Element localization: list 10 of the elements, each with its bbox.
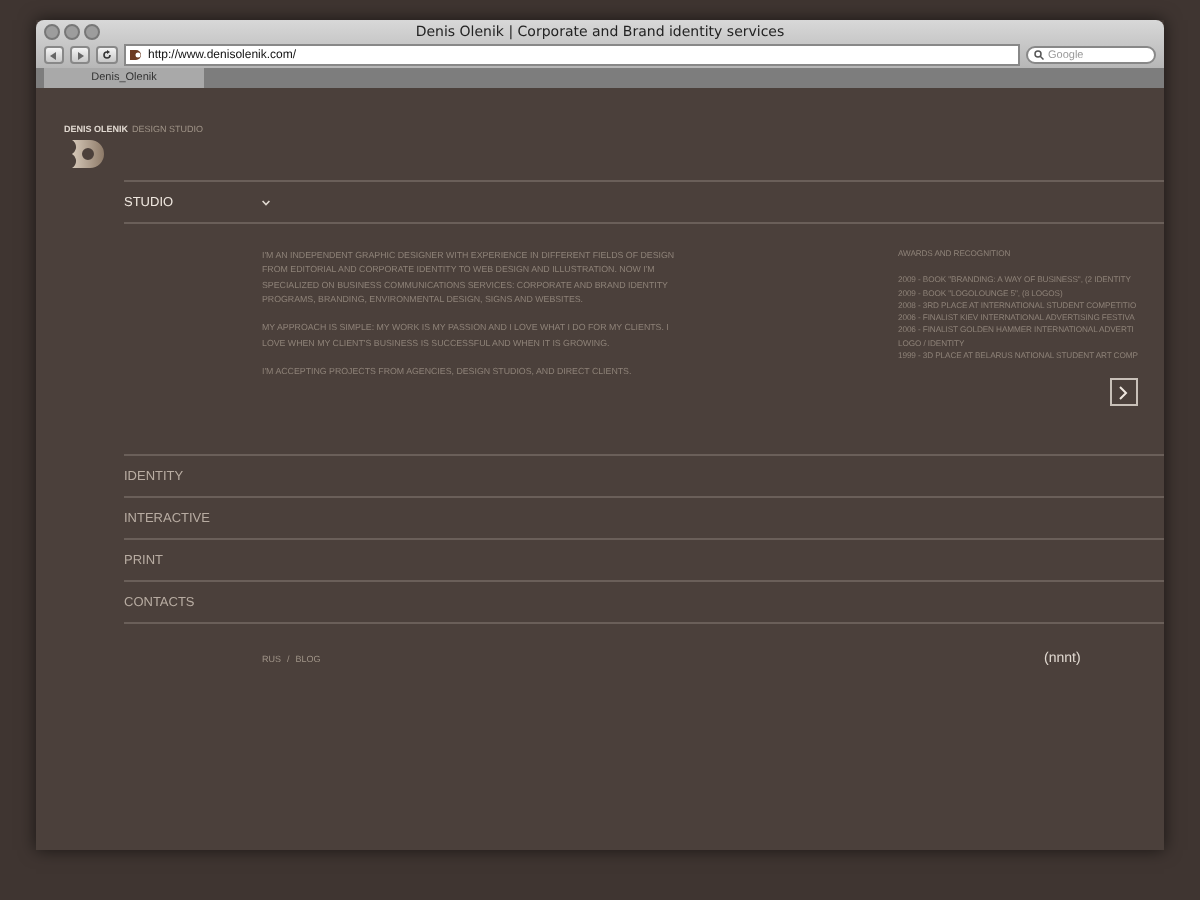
reload-button[interactable] <box>96 46 118 64</box>
chevron-right-icon <box>1118 385 1129 400</box>
forward-button[interactable] <box>70 46 90 64</box>
search-icon <box>1034 50 1044 60</box>
reload-icon <box>102 50 112 60</box>
back-button[interactable] <box>44 46 64 64</box>
next-button[interactable] <box>1109 378 1138 407</box>
triangle-right-icon <box>76 51 84 59</box>
triangle-left-icon <box>50 51 58 59</box>
site-icon <box>130 50 144 60</box>
